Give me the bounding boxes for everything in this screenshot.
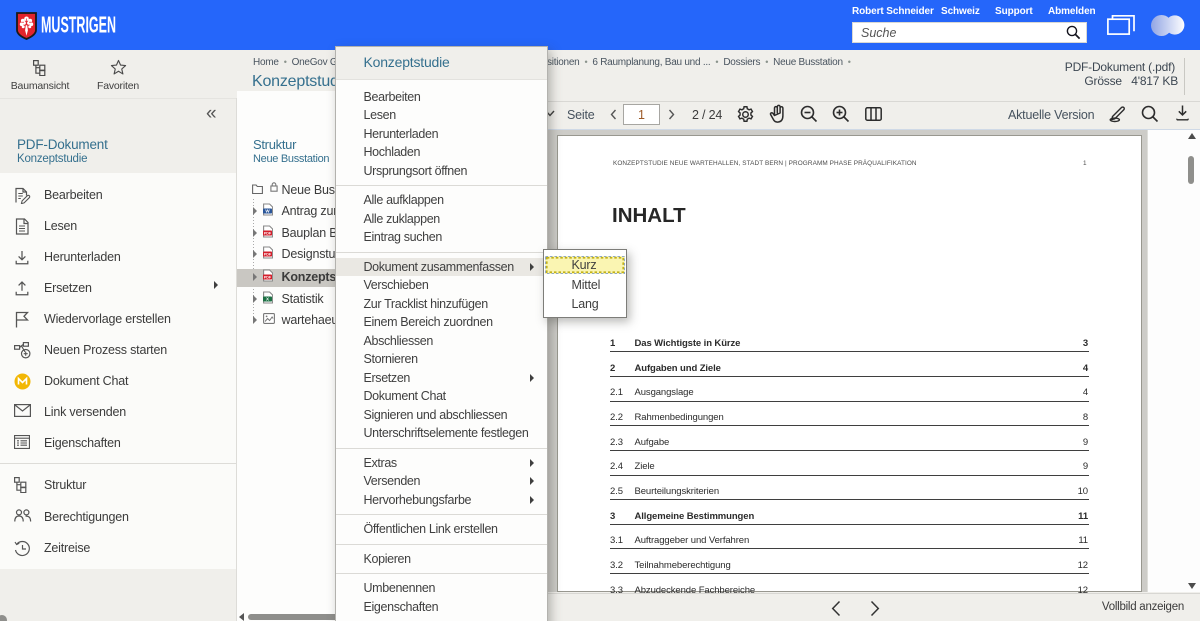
svg-text:X: X <box>266 296 269 301</box>
svg-text:PDF: PDF <box>264 231 272 235</box>
svg-text:PDF: PDF <box>264 253 272 257</box>
svg-text:MUSTRIGEN: MUSTRIGEN <box>41 12 116 38</box>
svg-text:PDF: PDF <box>264 276 272 280</box>
